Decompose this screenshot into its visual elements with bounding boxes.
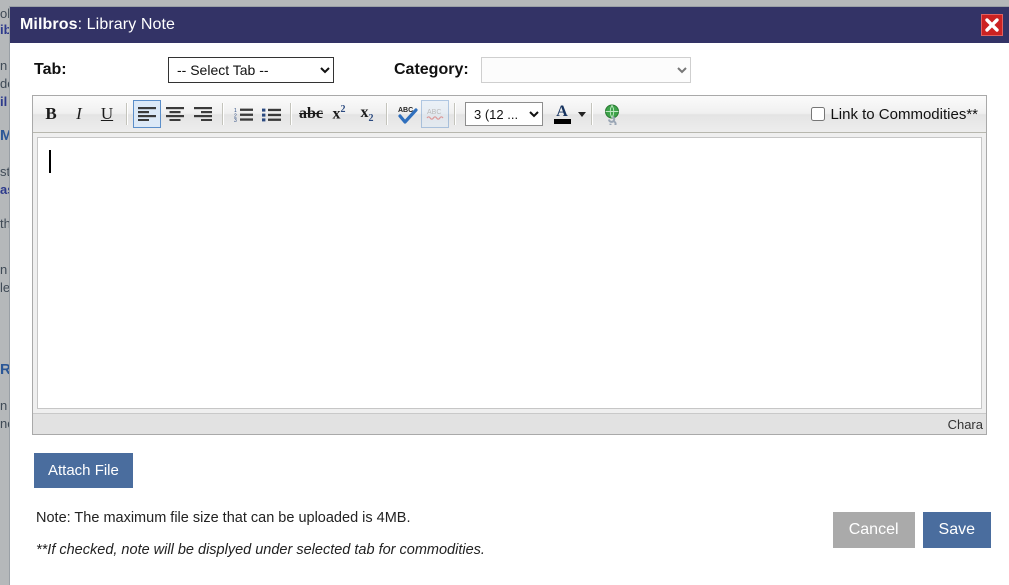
underline-button[interactable]: U [93,100,121,128]
rich-text-editor: B I U [32,95,987,435]
font-color-button[interactable]: A [549,100,575,128]
svg-text:3: 3 [234,118,237,122]
modal-title-rest: : Library Note [78,16,175,33]
link-to-commodities-checkbox[interactable] [811,107,825,121]
italic-button[interactable]: I [65,100,93,128]
svg-text:ABC: ABC [398,107,413,114]
superscript-button[interactable]: x2 [325,100,353,128]
unordered-list-button[interactable] [257,100,285,128]
bg-text-line: n [0,262,7,277]
subscript-icon: x2 [361,104,374,124]
character-count-text: Chara [948,417,983,432]
spellcheck-underline-icon: ABC [424,105,446,123]
bg-text-line: il [0,94,7,109]
toolbar-separator [386,103,388,125]
dialog-action-row: Cancel Save [833,512,991,548]
align-left-button[interactable] [133,100,161,128]
library-note-modal: Milbros: Library Note Tab: -- Select Tab… [10,7,1009,585]
spellcheck-icon: ABC [396,104,418,124]
tab-select[interactable]: -- Select Tab -- [168,57,334,83]
save-button[interactable]: Save [923,512,991,548]
italic-icon: I [76,104,82,124]
note-content-editor[interactable] [37,137,982,409]
category-label: Category: [394,61,469,79]
bulleted-list-icon [262,107,281,122]
spellcheck-button[interactable]: ABC [393,100,421,128]
toolbar-separator [290,103,292,125]
form-field-row: Tab: -- Select Tab -- Category: [10,43,1009,95]
toolbar-separator [591,103,593,125]
editor-status-bar: Chara [33,413,986,434]
font-color-icon: A [556,104,568,119]
attach-file-button[interactable]: Attach File [34,453,133,488]
bg-text-line: n [0,398,7,413]
link-to-commodities-label: Link to Commodities** [830,106,978,123]
svg-text:ABC: ABC [427,109,441,116]
modal-titlebar: Milbros: Library Note [10,7,1009,43]
align-right-button[interactable] [189,100,217,128]
align-center-icon [166,107,184,121]
toolbar-separator [222,103,224,125]
toolbar-separator [454,103,456,125]
strikethrough-icon: abc [299,105,323,123]
close-icon[interactable] [981,14,1003,36]
modal-body: Tab: -- Select Tab -- Category: B I U [10,43,1009,585]
text-caret [49,150,51,173]
globe-link-icon [601,103,623,125]
bg-text-line: le [0,280,10,295]
toolbar-separator [126,103,128,125]
font-color-swatch [554,119,571,124]
font-size-select[interactable]: 3 (12 ... [465,102,543,126]
align-center-button[interactable] [161,100,189,128]
cancel-button[interactable]: Cancel [833,512,915,548]
link-to-commodities-checkbox-row[interactable]: Link to Commodities** [811,106,978,123]
align-left-icon [138,107,156,121]
close-icon-glyph [982,15,1002,35]
align-right-icon [194,107,212,121]
superscript-icon: x2 [333,104,346,123]
tab-label: Tab: [34,61,168,79]
bg-text-line: n [0,58,7,73]
bold-button[interactable]: B [37,100,65,128]
numbered-list-icon: 1 2 3 [234,107,253,122]
modal-title: Milbros: Library Note [10,16,175,34]
modal-title-brand: Milbros [20,16,78,33]
spellcheck-toggle-button[interactable]: ABC [421,100,449,128]
font-color-chevron-down-icon[interactable] [578,112,586,117]
editor-toolbar: B I U [33,96,986,133]
strikethrough-button[interactable]: abc [297,100,325,128]
ordered-list-button[interactable]: 1 2 3 [229,100,257,128]
bold-icon: B [45,104,56,124]
category-select[interactable] [481,57,691,83]
underline-icon: U [101,104,113,124]
insert-link-button[interactable] [598,100,626,128]
attach-file-row: Attach File [10,435,1009,488]
subscript-button[interactable]: x2 [353,100,381,128]
